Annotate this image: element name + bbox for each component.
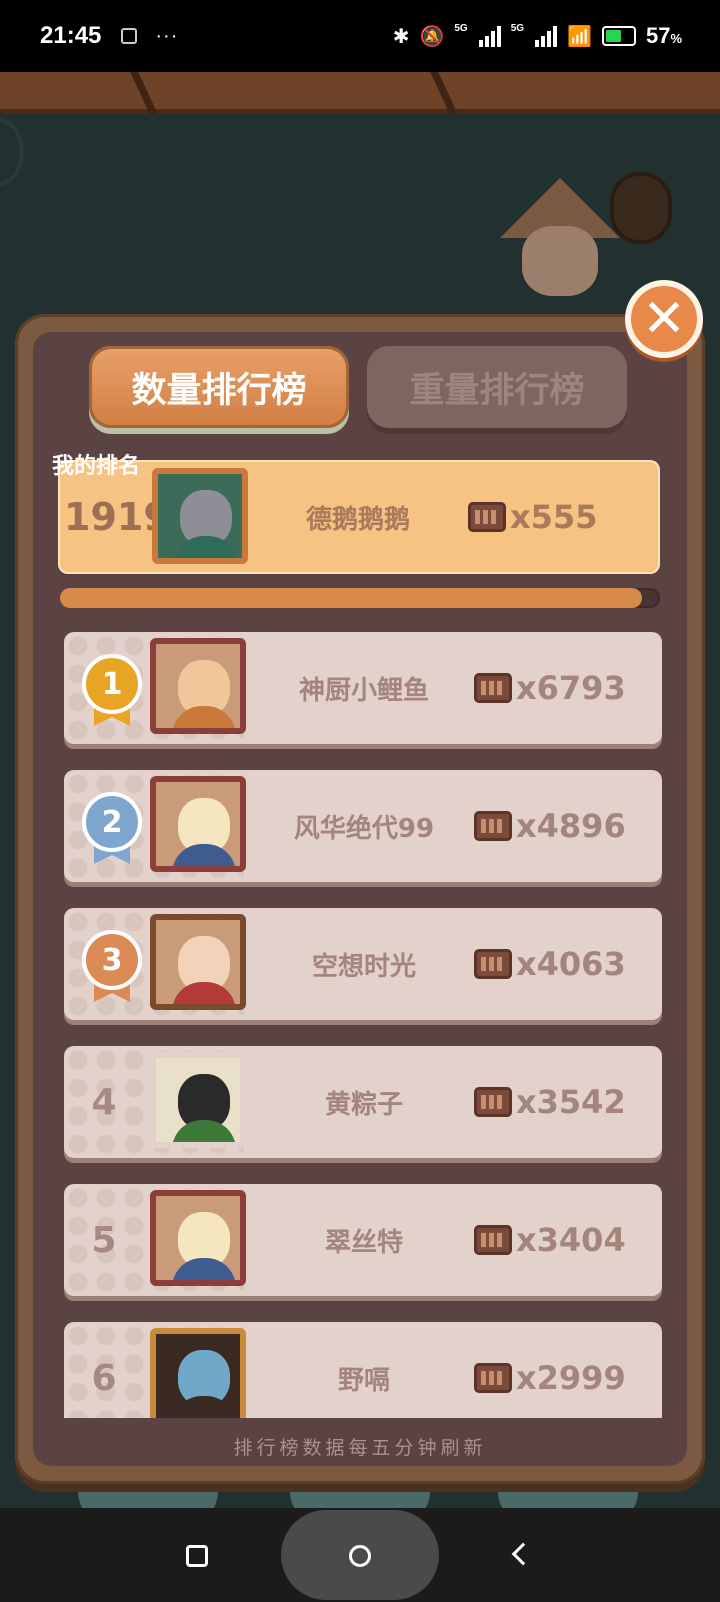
player-avatar [150, 776, 246, 872]
rank-number: 2 [82, 792, 142, 852]
leaderboard-row: 6 野嗝 x2999 [64, 1322, 662, 1418]
leaderboard-list[interactable]: 1 神厨小鲤鱼 x6793 2 风华绝代99 x4896 3 空想时光 x4063 4 黄粽子 x35… [58, 632, 668, 1418]
player-avatar [150, 1328, 246, 1418]
clock: 21:45 [40, 22, 102, 49]
mute-bell-icon: 🔕 [419, 25, 445, 48]
player-avatar [150, 638, 246, 734]
player-score: x4896 [516, 807, 626, 845]
rank-number: 3 [82, 930, 142, 990]
leaderboard-row: 5 翠丝特 x3404 [64, 1184, 662, 1296]
player-name: 风华绝代99 [293, 813, 435, 844]
status-icons: ✱ 🔕 5G 5G 📶 57% [393, 23, 682, 49]
gold-medal-icon: 1 [82, 654, 142, 728]
rank-number: 4 [91, 1081, 117, 1123]
fish-crate-icon [474, 1087, 512, 1117]
tab-weight-ranking[interactable]: 重量排行榜 [367, 346, 627, 428]
close-button[interactable]: ✕ [625, 280, 703, 358]
leaderboard-row: 3 空想时光 x4063 [64, 908, 662, 1020]
rank-number: 5 [91, 1219, 117, 1261]
my-avatar [152, 468, 248, 564]
bronze-medal-icon: 3 [82, 930, 142, 1004]
player-avatar [150, 914, 246, 1010]
my-rank-row: 1919 德鹅鹅鹅 x555 [58, 460, 660, 574]
recents-button[interactable] [186, 1545, 208, 1567]
home-button[interactable] [349, 1545, 371, 1567]
player-name: 野嗝 [337, 1365, 390, 1396]
fish-crate-icon [474, 1225, 512, 1255]
fish-crate-icon [474, 811, 512, 841]
leaderboard-row: 4 黄粽子 x3542 [64, 1046, 662, 1158]
fish-crate-icon [474, 949, 512, 979]
silver-medal-icon: 2 [82, 792, 142, 866]
battery-percent: 57% [645, 23, 682, 48]
signal-icon-2 [535, 25, 558, 47]
npc-character [500, 178, 620, 318]
rank-number: 6 [91, 1357, 117, 1399]
wooden-beam [0, 72, 720, 114]
signal-icon [478, 25, 501, 47]
refresh-note: 排行榜数据每五分钟刷新 [233, 1437, 487, 1459]
status-bar: 21:45 ··· ✱ 🔕 5G 5G 📶 57% [0, 0, 720, 72]
fish-crate-icon [474, 673, 512, 703]
my-rank-number: 1919 [64, 495, 170, 539]
player-score: x3404 [516, 1221, 626, 1259]
tab-count-ranking[interactable]: 数量排行榜 [89, 346, 349, 428]
network-type-label-2: 5G [510, 23, 525, 34]
my-player-name: 德鹅鹅鹅 [305, 504, 410, 535]
player-name: 神厨小鲤鱼 [298, 675, 429, 706]
player-name: 空想时光 [311, 951, 416, 982]
network-type-label: 5G [454, 23, 468, 34]
leaderboard-row: 1 神厨小鲤鱼 x6793 [64, 632, 662, 744]
fish-crate-icon [468, 502, 506, 532]
leaderboard-row: 2 风华绝代99 x4896 [64, 770, 662, 882]
rank-progress-bar [60, 588, 660, 608]
player-avatar [150, 1190, 246, 1286]
player-score: x3542 [516, 1083, 626, 1121]
sim-icon [121, 28, 138, 44]
battery-icon [601, 26, 636, 46]
wifi-icon: 📶 [567, 25, 592, 48]
player-score: x6793 [516, 669, 626, 707]
player-score: x4063 [516, 945, 626, 983]
close-icon: ✕ [642, 289, 686, 349]
player-avatar [150, 1052, 246, 1148]
my-score: x555 [510, 498, 598, 536]
player-name: 翠丝特 [324, 1227, 403, 1258]
more-notifications-icon: ··· [155, 24, 179, 47]
fish-crate-icon [474, 1363, 512, 1393]
my-rank-label: 我的排名 [52, 454, 141, 479]
rank-number: 1 [82, 654, 142, 714]
bluetooth-icon: ✱ [392, 25, 410, 48]
player-score: x2999 [516, 1359, 626, 1397]
player-name: 黄粽子 [324, 1089, 403, 1120]
